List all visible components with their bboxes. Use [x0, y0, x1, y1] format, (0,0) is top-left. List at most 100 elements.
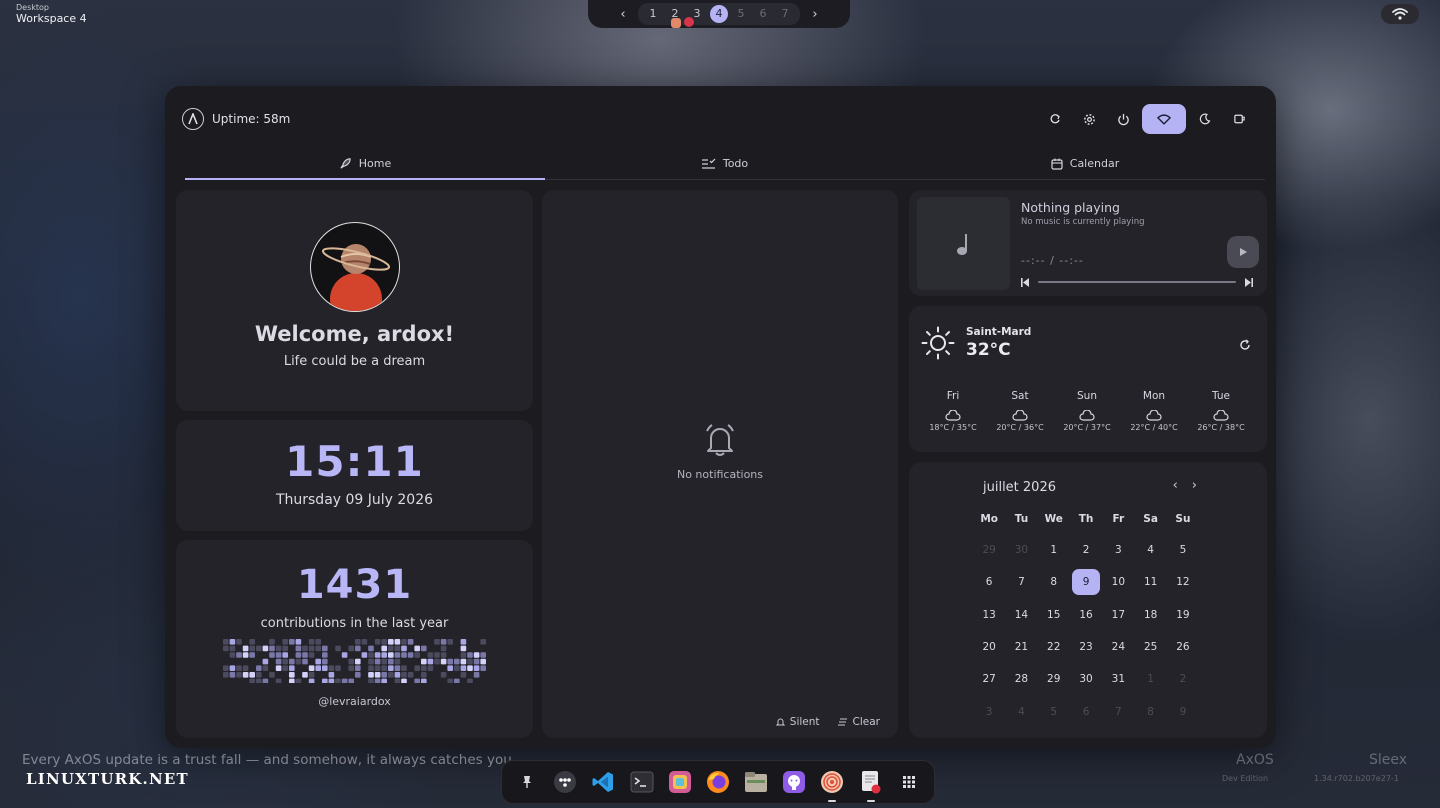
calendar-day[interactable]: 1 [1134, 663, 1166, 695]
calendar-day[interactable]: 31 [1102, 663, 1134, 695]
dock-app-grid[interactable] [894, 767, 924, 797]
dock-app[interactable] [665, 767, 695, 797]
calendar-day[interactable]: 8 [1038, 566, 1070, 598]
calendar-day[interactable]: 17 [1102, 599, 1134, 631]
progress-bar[interactable] [1038, 281, 1236, 283]
dock-notes[interactable] [856, 767, 886, 802]
contributions-username[interactable]: @levraiardox [176, 695, 533, 708]
contribution-cell [394, 652, 400, 658]
workspace-prev-button[interactable]: ‹ [612, 7, 634, 22]
calendar-day[interactable]: 23 [1070, 631, 1102, 663]
calendar-day[interactable]: 4 [1005, 695, 1037, 727]
calendar-day[interactable]: 3 [1102, 534, 1134, 566]
dock-terminal[interactable] [627, 767, 657, 797]
next-track-icon[interactable] [1244, 277, 1253, 287]
workspace-6[interactable]: 6 [754, 5, 772, 23]
avatar[interactable] [309, 222, 400, 312]
calendar-day[interactable]: 6 [973, 566, 1005, 598]
dock-github[interactable] [779, 767, 809, 797]
clear-all-icon [837, 718, 847, 726]
wifi-toggle-button[interactable] [1142, 104, 1186, 134]
calendar-day[interactable]: 8 [1134, 695, 1166, 727]
calendar-day[interactable]: 7 [1005, 566, 1037, 598]
calendar-day[interactable]: 19 [1167, 599, 1199, 631]
contribution-cell [222, 672, 229, 678]
workspace-next-button[interactable]: › [804, 7, 826, 22]
calendar-prev-button[interactable]: ‹ [1173, 478, 1178, 493]
clear-button[interactable]: Clear [837, 716, 880, 728]
calendar-day[interactable]: 28 [1005, 663, 1037, 695]
shell-version: 1.34.r702.b207e27-1 [1314, 774, 1399, 783]
contribution-cell [367, 672, 374, 678]
calendar-day[interactable]: 30 [1070, 663, 1102, 695]
calendar-next-button[interactable]: › [1192, 478, 1197, 493]
workspace-4[interactable]: 4 [710, 5, 728, 23]
calendar-day[interactable]: 7 [1102, 695, 1134, 727]
calendar-day[interactable]: 11 [1134, 566, 1166, 598]
calendar-day[interactable]: 21 [1005, 631, 1037, 663]
calendar-day[interactable]: 26 [1167, 631, 1199, 663]
calendar-day[interactable]: 4 [1134, 534, 1166, 566]
tab-home[interactable]: Home [185, 148, 545, 180]
dock-recorder[interactable] [817, 767, 847, 802]
calendar-day[interactable]: 27 [973, 663, 1005, 695]
settings-button[interactable] [1074, 104, 1104, 134]
dock-launcher[interactable] [550, 767, 580, 797]
calendar-day[interactable]: 5 [1167, 534, 1199, 566]
track-progress[interactable] [1021, 276, 1253, 288]
play-button[interactable] [1227, 236, 1259, 268]
workspace-3[interactable]: 3 [684, 5, 706, 27]
wifi-status-button[interactable] [1381, 4, 1419, 24]
contribution-cell [400, 678, 407, 685]
contribution-cell [242, 652, 248, 658]
workspace-name: Workspace 4 [16, 12, 87, 25]
workspace-1[interactable]: 1 [644, 5, 662, 23]
calendar-day[interactable]: 2 [1167, 663, 1199, 695]
calendar-day-today[interactable]: 9 [1070, 566, 1102, 598]
calendar-day[interactable]: 10 [1102, 566, 1134, 598]
contribution-cell [288, 672, 295, 678]
calendar-day[interactable]: 18 [1134, 599, 1166, 631]
calendar-day[interactable]: 15 [1038, 599, 1070, 631]
calendar-day[interactable]: 5 [1038, 695, 1070, 727]
caffeine-button[interactable] [1224, 104, 1254, 134]
tab-calendar[interactable]: Calendar [905, 148, 1265, 179]
calendar-day[interactable]: 30 [1005, 534, 1037, 566]
calendar-day[interactable]: 2 [1070, 534, 1102, 566]
calendar-day[interactable]: 29 [1038, 663, 1070, 695]
calendar-day[interactable]: 24 [1102, 631, 1134, 663]
contribution-cell [387, 652, 394, 658]
night-mode-button[interactable] [1190, 104, 1220, 134]
previous-track-icon[interactable] [1021, 277, 1030, 287]
tab-todo[interactable]: Todo [545, 148, 905, 179]
dock-vscode[interactable] [588, 767, 618, 797]
calendar-day[interactable]: 16 [1070, 599, 1102, 631]
calendar-day[interactable]: 29 [973, 534, 1005, 566]
calendar-day[interactable]: 14 [1005, 599, 1037, 631]
workspace-2[interactable]: 2 [666, 5, 684, 28]
contribution-cell [321, 678, 328, 685]
contribution-cell [394, 645, 400, 652]
weather-refresh-button[interactable] [1239, 336, 1251, 355]
restart-button[interactable] [1040, 104, 1070, 134]
dock-files[interactable] [741, 767, 771, 797]
calendar-day[interactable]: 22 [1038, 631, 1070, 663]
dock-firefox[interactable] [703, 767, 733, 797]
power-button[interactable] [1108, 104, 1138, 134]
workspace-5[interactable]: 5 [732, 5, 750, 23]
calendar-day[interactable]: 12 [1167, 566, 1199, 598]
calendar-day[interactable]: 3 [973, 695, 1005, 727]
workspace-7[interactable]: 7 [776, 5, 794, 23]
forecast-day: Fri 18°C / 35°C [921, 390, 985, 432]
calendar-day[interactable]: 13 [973, 599, 1005, 631]
silent-button[interactable]: Silent [775, 716, 820, 728]
calendar-day[interactable]: 1 [1038, 534, 1070, 566]
calendar-day[interactable]: 6 [1070, 695, 1102, 727]
calendar-day[interactable]: 9 [1167, 695, 1199, 727]
power-icon [1117, 113, 1129, 125]
calendar-day[interactable]: 20 [973, 631, 1005, 663]
contribution-cell [255, 678, 262, 685]
dock-pin[interactable] [512, 767, 542, 797]
contribution-cell [321, 645, 328, 652]
calendar-day[interactable]: 25 [1134, 631, 1166, 663]
